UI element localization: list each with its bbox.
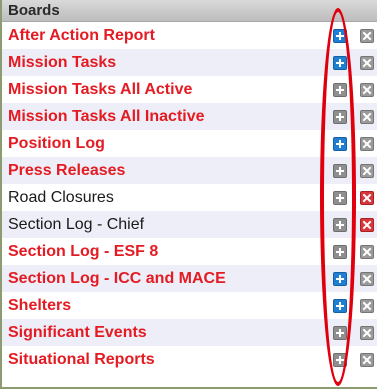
board-link[interactable]: Section Log - ESF 8 (8, 243, 158, 261)
board-row: Section Log - Chief (2, 211, 377, 238)
board-link[interactable]: Mission Tasks All Active (8, 81, 192, 99)
board-row: Position Log (2, 130, 377, 157)
board-link[interactable]: Section Log - Chief (8, 216, 144, 234)
delete-icon[interactable] (360, 136, 374, 151)
board-row: Shelters (2, 292, 377, 319)
add-icon[interactable] (333, 28, 347, 43)
board-row: Press Releases (2, 157, 377, 184)
board-row: Mission Tasks All Inactive (2, 103, 377, 130)
board-link[interactable]: After Action Report (8, 27, 155, 45)
board-link[interactable]: Mission Tasks (8, 54, 116, 72)
board-link[interactable]: Position Log (8, 135, 105, 153)
add-icon[interactable] (333, 325, 347, 340)
board-row: Section Log - ICC and MACE (2, 265, 377, 292)
delete-icon[interactable] (360, 217, 374, 232)
board-row: Situational Reports (2, 346, 377, 373)
delete-icon[interactable] (360, 82, 374, 97)
add-icon[interactable] (333, 109, 347, 124)
board-link[interactable]: Shelters (8, 297, 71, 315)
add-icon[interactable] (333, 190, 347, 205)
add-icon[interactable] (333, 244, 347, 259)
delete-icon[interactable] (360, 325, 374, 340)
boards-title: Boards (8, 2, 60, 19)
add-icon[interactable] (333, 163, 347, 178)
board-row: Section Log - ESF 8 (2, 238, 377, 265)
board-link[interactable]: Press Releases (8, 162, 125, 180)
delete-icon[interactable] (360, 190, 374, 205)
delete-icon[interactable] (360, 163, 374, 178)
add-icon[interactable] (333, 136, 347, 151)
board-link[interactable]: Significant Events (8, 324, 147, 342)
add-icon[interactable] (333, 352, 347, 367)
boards-panel: Boards After Action Report Mission Tasks M… (0, 0, 377, 389)
add-icon[interactable] (333, 82, 347, 97)
board-row: After Action Report (2, 22, 377, 49)
board-row: Mission Tasks (2, 49, 377, 76)
board-link[interactable]: Road Closures (8, 189, 114, 207)
add-icon[interactable] (333, 298, 347, 313)
delete-icon[interactable] (360, 298, 374, 313)
board-row: Mission Tasks All Active (2, 76, 377, 103)
board-row: Road Closures (2, 184, 377, 211)
board-row: Significant Events (2, 319, 377, 346)
delete-icon[interactable] (360, 352, 374, 367)
delete-icon[interactable] (360, 28, 374, 43)
board-link[interactable]: Section Log - ICC and MACE (8, 270, 226, 288)
delete-icon[interactable] (360, 109, 374, 124)
delete-icon[interactable] (360, 244, 374, 259)
board-link[interactable]: Situational Reports (8, 351, 155, 369)
add-icon[interactable] (333, 217, 347, 232)
delete-icon[interactable] (360, 55, 374, 70)
add-icon[interactable] (333, 55, 347, 70)
delete-icon[interactable] (360, 271, 374, 286)
boards-header: Boards (2, 0, 377, 22)
boards-list: After Action Report Mission Tasks Mission … (2, 22, 377, 373)
board-link[interactable]: Mission Tasks All Inactive (8, 108, 205, 126)
add-icon[interactable] (333, 271, 347, 286)
